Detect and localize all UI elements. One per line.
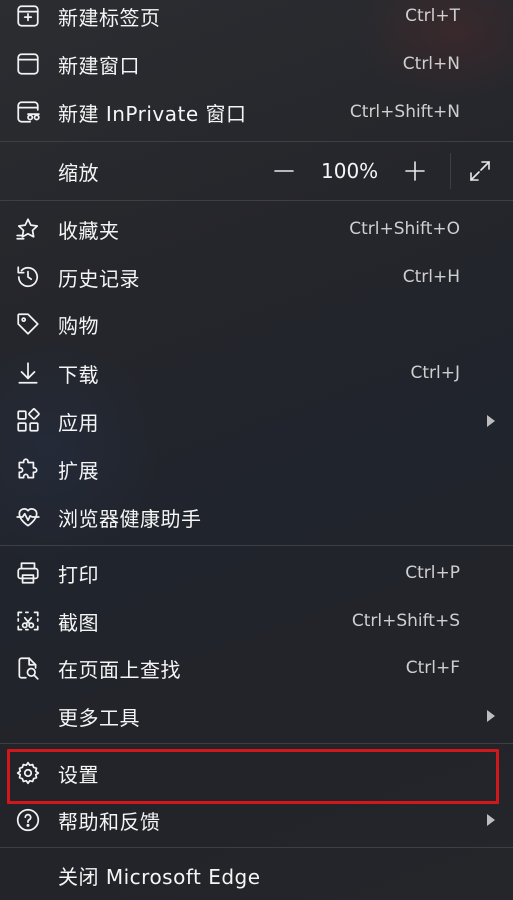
- menu-item-find-on-page[interactable]: 在页面上查找 Ctrl+F: [0, 645, 513, 691]
- menu-label: 收藏夹: [58, 218, 120, 243]
- menu-label: 新建窗口: [58, 53, 140, 78]
- menu-shortcut: Ctrl+Shift+O: [349, 219, 460, 239]
- menu-label: 截图: [58, 610, 99, 635]
- new-window-icon: [14, 50, 42, 78]
- menu-label: 购物: [58, 313, 99, 338]
- help-question-icon: [14, 806, 42, 834]
- menu-label: 帮助和反馈: [58, 809, 161, 834]
- divider: [0, 545, 513, 546]
- new-tab-icon: [14, 2, 42, 30]
- menu-label: 应用: [58, 410, 99, 435]
- menu-item-new-tab[interactable]: 新建标签页 Ctrl+T: [0, 0, 513, 39]
- menu-shortcut: Ctrl+J: [410, 363, 460, 383]
- shopping-tag-icon: [14, 310, 42, 338]
- menu-label: 新建 InPrivate 窗口: [58, 101, 247, 126]
- submenu-arrow-icon: [487, 814, 495, 826]
- menu-shortcut: Ctrl+N: [402, 54, 460, 74]
- menu-label: 浏览器健康助手: [58, 506, 202, 531]
- settings-highlight-box: [7, 749, 499, 804]
- zoom-value: 100%: [321, 159, 379, 183]
- submenu-arrow-icon: [487, 415, 495, 427]
- history-icon: [14, 263, 42, 291]
- divider: [0, 200, 513, 201]
- menu-shortcut: Ctrl+Shift+S: [351, 611, 460, 631]
- menu-item-shopping[interactable]: 购物: [0, 301, 513, 347]
- menu-shortcut: Ctrl+F: [405, 658, 460, 678]
- print-icon: [14, 559, 42, 587]
- extensions-puzzle-icon: [14, 455, 42, 483]
- divider: [0, 847, 513, 848]
- menu-shortcut: Ctrl+T: [405, 6, 460, 26]
- menu-item-extensions[interactable]: 扩展: [0, 446, 513, 492]
- download-icon: [14, 359, 42, 387]
- menu-shortcut: Ctrl+Shift+N: [349, 102, 460, 122]
- apps-icon: [14, 407, 42, 435]
- zoom-in-button[interactable]: [397, 153, 433, 189]
- inprivate-icon: [14, 98, 42, 126]
- menu-item-screenshot[interactable]: 截图 Ctrl+Shift+S: [0, 598, 513, 644]
- menu-label: 新建标签页: [58, 5, 161, 30]
- edge-settings-menu: 新建标签页 Ctrl+T 新建窗口 Ctrl+N 新建 InPrivate 窗口…: [0, 0, 513, 900]
- menu-item-help-feedback[interactable]: 帮助和反馈: [0, 797, 513, 843]
- menu-label: 扩展: [58, 458, 99, 483]
- menu-shortcut: Ctrl+H: [402, 267, 460, 287]
- menu-item-zoom: 缩放 100%: [0, 147, 513, 195]
- menu-label: 关闭 Microsoft Edge: [58, 864, 261, 889]
- menu-label: 打印: [58, 562, 99, 587]
- menu-item-downloads[interactable]: 下载 Ctrl+J: [0, 350, 513, 396]
- find-page-icon: [14, 654, 42, 682]
- menu-label: 在页面上查找: [58, 657, 181, 682]
- menu-label: 更多工具: [58, 705, 140, 730]
- menu-item-close-edge[interactable]: 关闭 Microsoft Edge: [0, 852, 513, 898]
- menu-item-browser-health[interactable]: 浏览器健康助手: [0, 494, 513, 540]
- zoom-label: 缩放: [58, 160, 99, 185]
- divider: [0, 141, 513, 142]
- menu-item-new-inprivate[interactable]: 新建 InPrivate 窗口 Ctrl+Shift+N: [0, 89, 513, 135]
- favorites-star-icon: [14, 215, 42, 243]
- screenshot-scissors-icon: [14, 607, 42, 635]
- fullscreen-button[interactable]: [462, 153, 498, 189]
- menu-shortcut: Ctrl+P: [405, 563, 460, 583]
- menu-item-new-window[interactable]: 新建窗口 Ctrl+N: [0, 41, 513, 87]
- submenu-arrow-icon: [487, 710, 495, 722]
- menu-item-print[interactable]: 打印 Ctrl+P: [0, 550, 513, 596]
- menu-item-favorites[interactable]: 收藏夹 Ctrl+Shift+O: [0, 206, 513, 252]
- menu-item-more-tools[interactable]: 更多工具: [0, 693, 513, 739]
- menu-item-apps[interactable]: 应用: [0, 398, 513, 444]
- zoom-separator: [450, 153, 451, 189]
- menu-label: 下载: [58, 362, 99, 387]
- menu-label: 历史记录: [58, 266, 140, 291]
- health-heart-icon: [14, 503, 42, 531]
- zoom-out-button[interactable]: [266, 153, 302, 189]
- menu-item-history[interactable]: 历史记录 Ctrl+H: [0, 254, 513, 300]
- divider: [0, 743, 513, 744]
